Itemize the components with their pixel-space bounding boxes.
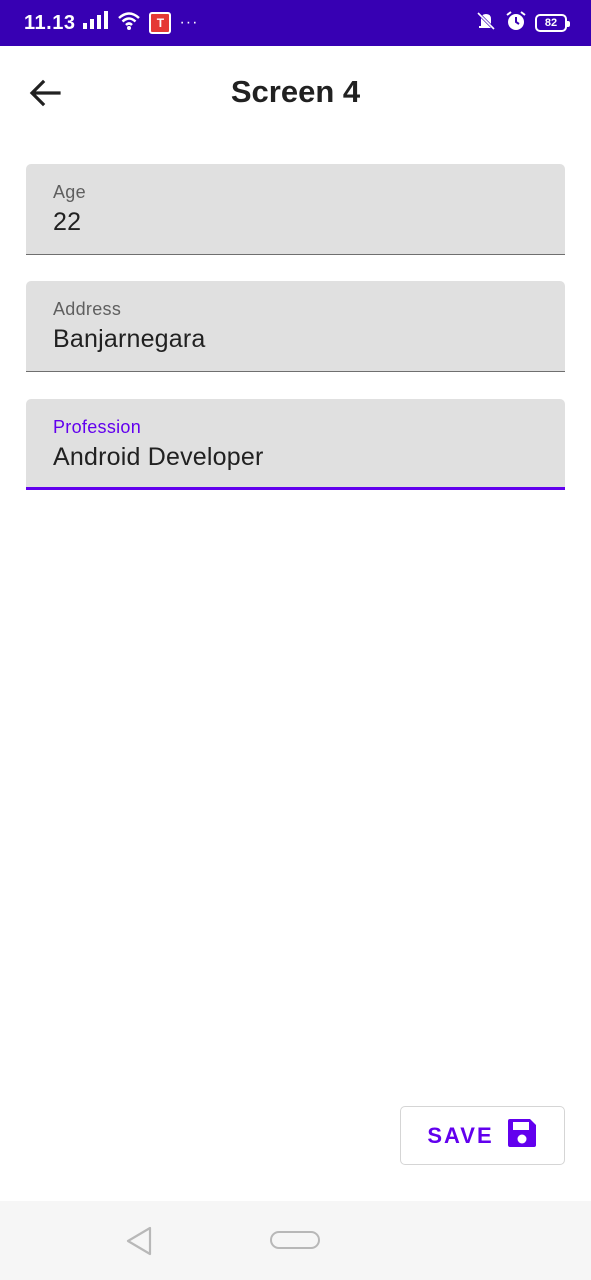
top-app-bar: Screen 4: [0, 46, 591, 142]
profession-label: Profession: [53, 417, 142, 437]
age-input[interactable]: [53, 208, 533, 237]
pill-home-icon[interactable]: [270, 1231, 320, 1249]
profession-input[interactable]: [53, 443, 533, 472]
address-field[interactable]: Address: [26, 281, 565, 372]
more-notifications-icon: ···: [179, 14, 199, 31]
status-left: 11.13 T ···: [24, 10, 199, 36]
status-time: 11.13: [24, 11, 76, 34]
wifi-icon: [117, 11, 141, 36]
triangle-back-icon[interactable]: [124, 1225, 154, 1257]
system-nav-bar: [0, 1201, 591, 1280]
signal-icon: [83, 10, 109, 36]
save-label: SAVE: [427, 1122, 494, 1148]
address-input[interactable]: [53, 325, 533, 354]
age-field[interactable]: Age: [26, 164, 565, 255]
floppy-disk-icon: [506, 1117, 538, 1155]
alarm-icon: [505, 10, 527, 37]
page-title: Screen 4: [230, 74, 361, 109]
profession-field[interactable]: Profession: [26, 399, 565, 490]
status-right: 82: [475, 10, 570, 37]
app-notification-icon: T: [149, 12, 172, 34]
address-label: Address: [53, 299, 122, 319]
save-button[interactable]: SAVE: [400, 1106, 565, 1165]
age-label: Age: [53, 182, 86, 202]
battery-icon: 82: [535, 14, 570, 32]
silent-mode-icon: [475, 10, 497, 37]
status-bar: 11.13 T ··· 82: [0, 0, 591, 46]
